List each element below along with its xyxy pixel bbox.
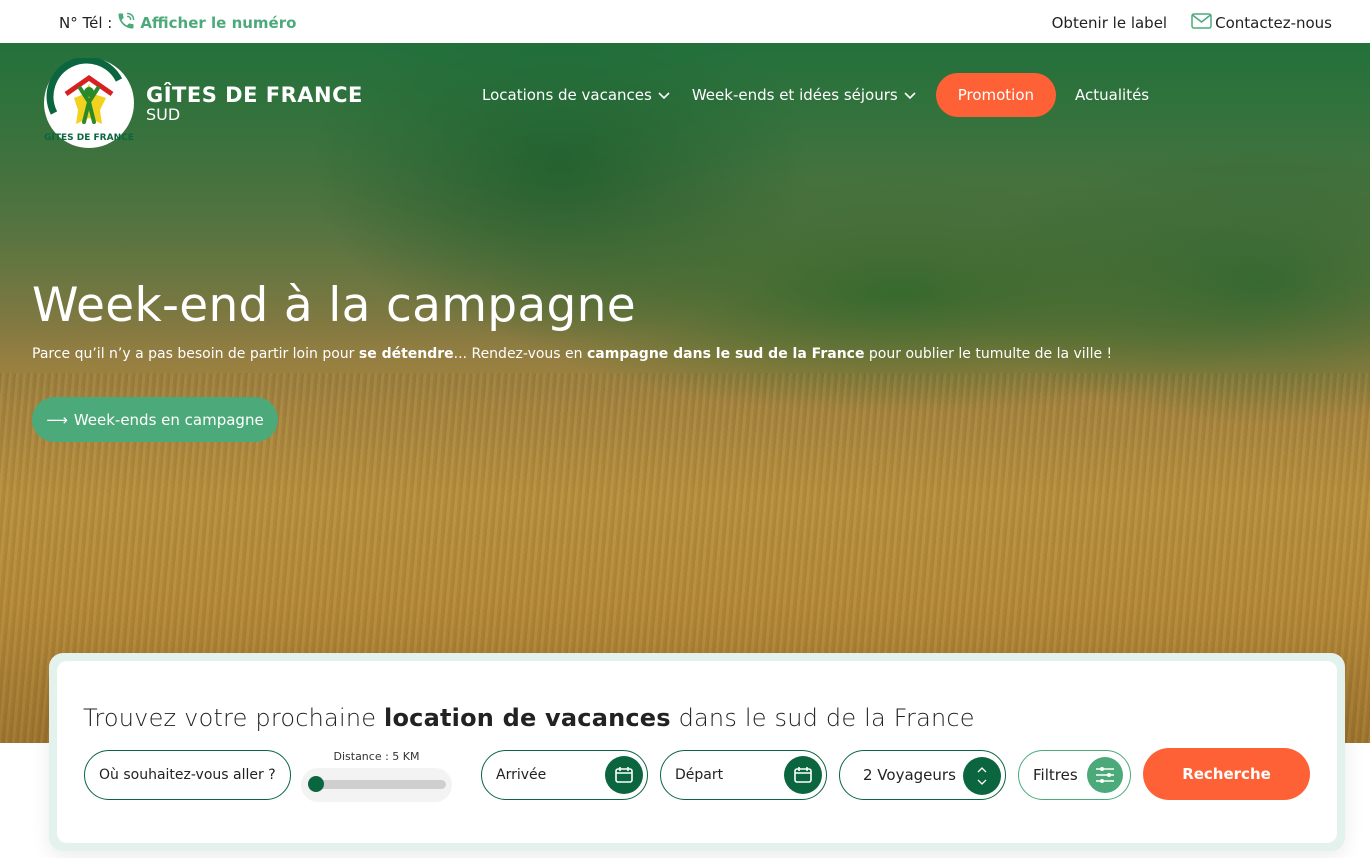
nav-item-weekends[interactable]: Week-ends et idées séjours (692, 86, 916, 104)
slider-track[interactable] (310, 780, 446, 789)
departure-label: Départ (675, 767, 724, 783)
weekends-campagne-button[interactable]: ⟶ Week-ends en campagne (32, 397, 278, 442)
logo-badge-icon: GÎTES DE FRANCE (44, 56, 134, 148)
subtitle-bold: se détendre (358, 346, 454, 362)
nav-item-label: Locations de vacances (482, 86, 652, 104)
destination-input[interactable]: Où souhaitez-vous aller ? (84, 750, 291, 800)
mail-icon (1191, 13, 1212, 33)
chevron-down-icon (904, 86, 916, 104)
search-title: Trouvez votre prochaine location de vaca… (83, 704, 975, 732)
search-card: Trouvez votre prochaine location de vaca… (57, 661, 1337, 843)
brand-text: GÎTES DE FRANCE SUD (146, 83, 363, 123)
sliders-icon (1087, 757, 1123, 793)
filters-label: Filtres (1033, 766, 1078, 784)
svg-text:GÎTES DE FRANCE: GÎTES DE FRANCE (44, 131, 134, 143)
slider-thumb[interactable] (308, 776, 324, 792)
top-links: Obtenir le label Contactez-nous (1052, 13, 1332, 33)
hero-subtitle: Parce qu’il n’y a pas besoin de partir l… (32, 346, 1112, 362)
subtitle-text: ... Rendez-vous en (453, 346, 587, 362)
nav-item-locations[interactable]: Locations de vacances (482, 86, 670, 104)
chevron-up-down-icon[interactable] (963, 757, 1001, 795)
contact-link[interactable]: Contactez-nous (1191, 13, 1332, 33)
distance-label: Distance : 5 KM (333, 750, 420, 763)
promotion-button[interactable]: Promotion (935, 73, 1057, 117)
calendar-icon[interactable] (784, 756, 822, 794)
calendar-icon[interactable] (605, 756, 643, 794)
title-bold: location de vacances (384, 704, 671, 732)
subtitle-text: pour oublier le tumulte de la ville ! (864, 346, 1113, 362)
brand-name: GÎTES DE FRANCE (146, 83, 363, 107)
phone-label: N° Tél : (59, 14, 113, 32)
cta-label: Week-ends en campagne (73, 410, 264, 429)
search-button[interactable]: Recherche (1143, 748, 1310, 800)
arrival-date-input[interactable]: Arrivée (481, 750, 648, 800)
nav-item-news[interactable]: Actualités (1075, 86, 1149, 104)
subtitle-text: Parce qu’il n’y a pas besoin de partir l… (32, 346, 359, 362)
site-logo[interactable]: GÎTES DE FRANCE GÎTES DE FRANCE SUD (44, 56, 363, 148)
distance-slider[interactable]: Distance : 5 KM (301, 747, 452, 803)
hero-title: Week-end à la campagne (32, 278, 636, 333)
travelers-value: 2 Voyageurs (863, 766, 956, 784)
phone-area: N° Tél : Afficher le numéro (59, 11, 296, 35)
brand-region: SUD (146, 105, 181, 124)
filters-button[interactable]: Filtres (1018, 750, 1131, 800)
search-panel: Trouvez votre prochaine location de vaca… (49, 653, 1345, 851)
subtitle-bold: campagne dans le sud de la France (587, 346, 865, 362)
departure-date-input[interactable]: Départ (660, 750, 827, 800)
arrow-right-icon: ⟶ (46, 410, 68, 429)
hero-banner (0, 43, 1370, 743)
title-text: Trouvez votre prochaine (83, 704, 385, 732)
title-text: dans le sud de la France (670, 704, 975, 732)
travelers-select[interactable]: 2 Voyageurs (839, 750, 1006, 800)
arrival-label: Arrivée (496, 767, 547, 783)
nav-item-label: Week-ends et idées séjours (691, 86, 898, 104)
chevron-down-icon (658, 86, 670, 104)
phone-icon (116, 11, 136, 35)
get-label-link[interactable]: Obtenir le label (1052, 14, 1168, 32)
contact-label: Contactez-nous (1215, 14, 1332, 32)
destination-placeholder: Où souhaitez-vous aller ? (99, 767, 276, 783)
top-bar: N° Tél : Afficher le numéro Obtenir le l… (0, 0, 1370, 43)
main-nav: Locations de vacances Week-ends et idées… (482, 73, 1149, 117)
show-number-link[interactable]: Afficher le numéro (140, 14, 296, 32)
